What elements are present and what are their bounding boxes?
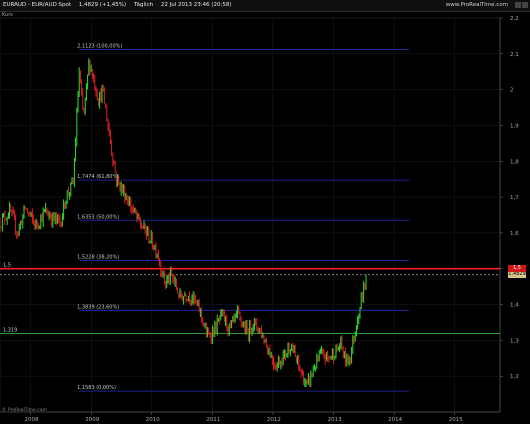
support-label: 1,319 [3, 328, 17, 334]
grid [0, 17, 501, 413]
last-price-badge: 1,4829 [508, 271, 526, 279]
x-tick-label: 2013 [328, 417, 342, 423]
x-tick-label: 2012 [267, 417, 281, 423]
fib-level-label: 1,7474 (61,80%) [77, 174, 119, 180]
fib-level-label: 1,6353 (50,00%) [77, 214, 119, 220]
y-tick-label: 1,9 [510, 123, 519, 129]
y-tick-label: 2 [510, 88, 514, 94]
y-tick-label: 1,3 [510, 338, 519, 344]
y-tick-label: 2,2 [510, 16, 519, 22]
fib-level-label: 1,3839 (23,60%) [77, 304, 119, 310]
y-tick-label: 1,6 [510, 231, 519, 237]
fib-level-label: 1,1583 (0,00%) [77, 385, 116, 391]
y-tick-label: 2,1 [510, 52, 519, 58]
x-tick-label: 2008 [25, 417, 39, 423]
x-tick-label: 2010 [146, 417, 160, 423]
copyright-label: © ProRealTime.com [2, 408, 47, 413]
y-tick-label: 1,8 [510, 159, 519, 165]
fib-level-label: 2,1123 (100,00%) [77, 43, 122, 49]
y-tick-label: 1,7 [510, 195, 519, 201]
price-chart: 2,1123 (100,00%) 1,7474 (61,80%) 1,6353 (5… [0, 16, 519, 423]
y-axis: 1,21,31,41,51,61,71,81,922,12,2 [499, 16, 519, 412]
x-tick-label: 2009 [85, 417, 99, 423]
y-tick-label: 1,2 [510, 374, 519, 380]
fib-level-label: 1,5228 (38,20%) [77, 255, 119, 261]
x-tick-label: 2011 [206, 417, 220, 423]
x-tick-label: 2014 [388, 417, 402, 423]
plot-area [0, 17, 501, 413]
y-tick-label: 1,4 [510, 303, 519, 309]
resistance-label: 1,5 [3, 263, 11, 269]
x-tick-label: 2015 [449, 417, 463, 423]
resistance-badge: 1,5 [508, 265, 526, 273]
x-axis: 2008 2009 2010 2011 2012 2013 2014 2015 [0, 411, 500, 423]
